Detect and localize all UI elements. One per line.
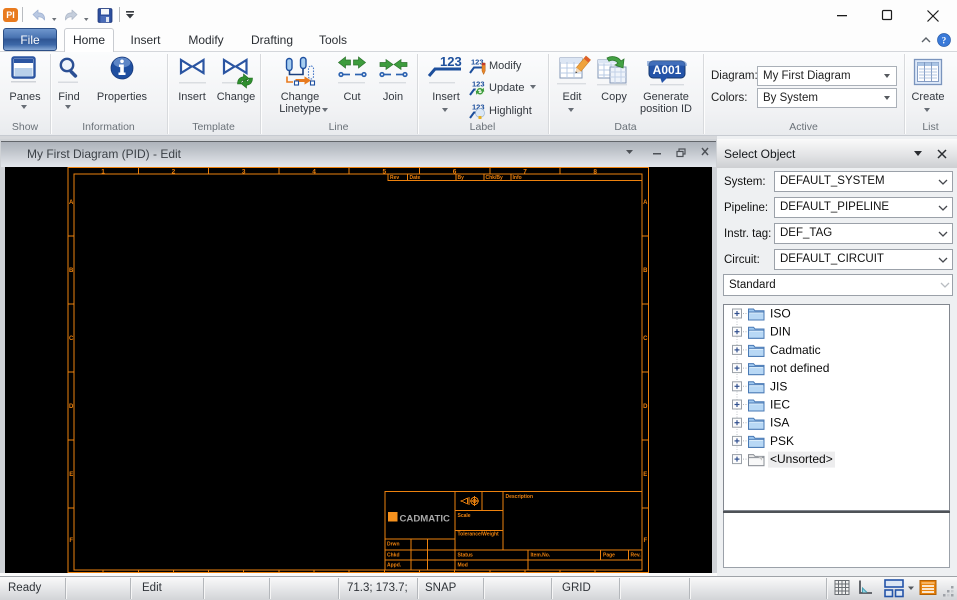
svg-text:Tolerance/Weight: Tolerance/Weight [458,532,500,538]
svg-text:JIS: JIS [770,379,787,393]
svg-text:Appd.: Appd. [387,563,402,569]
svg-text:6: 6 [453,168,457,175]
svg-text:CADMATIC: CADMATIC [400,514,451,525]
svg-text:Rev.: Rev. [631,553,642,559]
svg-text:Chkd: Chkd [387,553,400,559]
svg-text:F: F [69,538,73,544]
svg-text:By: By [458,175,465,181]
svg-text:DIN: DIN [770,325,791,339]
svg-text:PSK: PSK [770,434,794,448]
svg-text:D: D [69,404,74,410]
svg-text:?: ? [942,36,947,46]
svg-text:Rev: Rev [390,175,399,181]
svg-text:123: 123 [471,58,484,67]
svg-text:Page: Page [603,553,615,559]
svg-text:not defined: not defined [770,361,829,375]
svg-text:Item.No.: Item.No. [531,553,551,559]
svg-text:3: 3 [242,168,246,175]
svg-text:8: 8 [593,168,597,175]
svg-text:C: C [643,336,648,342]
svg-text:4: 4 [312,168,316,175]
svg-text:E: E [69,472,73,478]
svg-text:Mod: Mod [458,563,468,569]
svg-text:ISA: ISA [770,416,789,430]
svg-text:123: 123 [440,54,462,69]
svg-text:7: 7 [523,168,527,175]
svg-text:Chk/By: Chk/By [486,175,503,181]
svg-text:ISO: ISO [770,307,791,321]
svg-text:Date: Date [410,175,421,181]
svg-text:5: 5 [382,168,386,175]
svg-text:B: B [643,268,648,274]
svg-text:B: B [69,268,74,274]
svg-text:C: C [69,336,74,342]
svg-text:Cadmatic: Cadmatic [770,343,821,357]
svg-text:IEC: IEC [770,398,790,412]
svg-text:1: 1 [101,168,105,175]
svg-text:2: 2 [172,168,176,175]
svg-text:E: E [643,472,647,478]
svg-text:Drwn: Drwn [387,542,400,548]
svg-text:Scale: Scale [458,513,471,519]
svg-text:A: A [643,200,648,206]
svg-text:Description: Description [506,494,534,500]
svg-text:Status: Status [458,553,474,559]
svg-text:Info: Info [513,175,522,181]
svg-text:A: A [69,200,74,206]
svg-text:F: F [643,538,647,544]
svg-text:A001: A001 [653,63,682,77]
svg-text:<Unsorted>: <Unsorted> [770,452,833,466]
svg-text:D: D [643,404,648,410]
